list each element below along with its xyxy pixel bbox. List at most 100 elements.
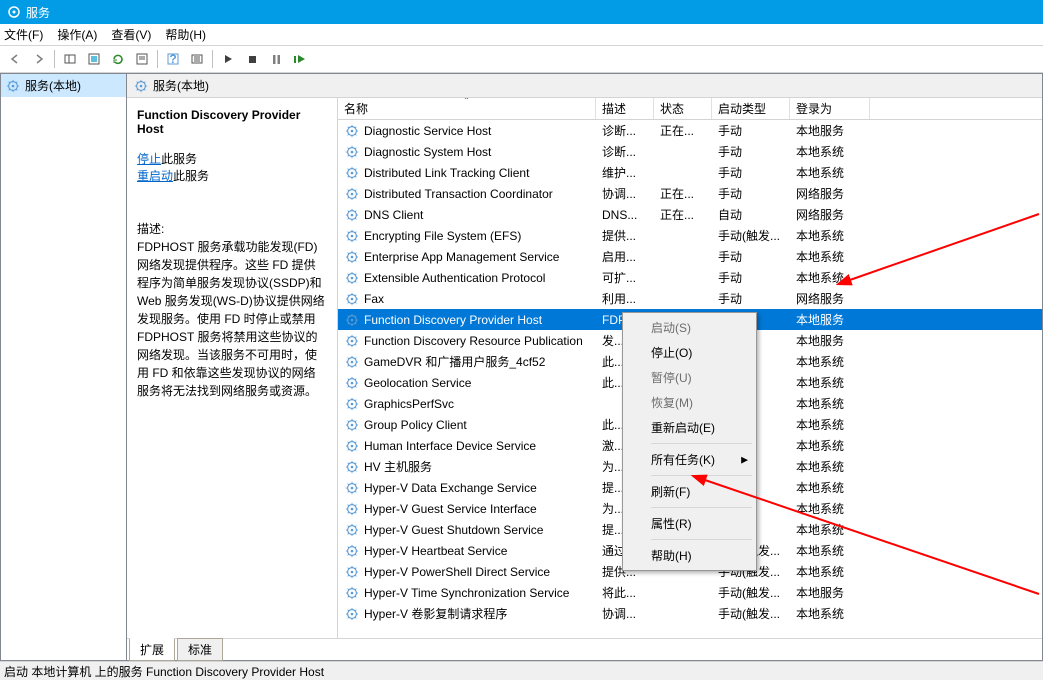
list-header: 名称⌃ 描述 状态 启动类型 登录为 xyxy=(338,98,1042,120)
service-startup: 手动 xyxy=(712,122,790,139)
service-row[interactable]: Encrypting File System (EFS)提供...手动(触发..… xyxy=(338,225,1042,246)
menu-action[interactable]: 操作(A) xyxy=(57,26,97,43)
gear-icon xyxy=(344,186,360,202)
ctx-start[interactable]: 启动(S) xyxy=(625,315,754,340)
col-name[interactable]: 名称⌃ xyxy=(338,98,596,119)
service-name: Diagnostic System Host xyxy=(364,145,491,159)
gear-icon xyxy=(344,480,360,496)
service-logon: 本地系统 xyxy=(790,227,870,244)
service-desc: 协调... xyxy=(596,605,654,622)
gear-icon xyxy=(344,228,360,244)
help-button[interactable]: ? xyxy=(162,48,184,70)
menu-view[interactable]: 查看(V) xyxy=(111,26,151,43)
service-status: 正在... xyxy=(654,206,712,223)
gear-icon xyxy=(344,123,360,139)
col-desc[interactable]: 描述 xyxy=(596,98,654,119)
service-status: 正在... xyxy=(654,185,712,202)
gear-icon xyxy=(344,375,360,391)
ctx-pause[interactable]: 暂停(U) xyxy=(625,365,754,390)
service-logon: 本地服务 xyxy=(790,122,870,139)
service-row[interactable]: Distributed Link Tracking Client维护...手动本… xyxy=(338,162,1042,183)
tab-strip: 扩展 标准 xyxy=(127,638,1042,660)
back-button[interactable] xyxy=(4,48,26,70)
service-logon: 本地服务 xyxy=(790,332,870,349)
service-name: Function Discovery Resource Publication xyxy=(364,334,583,348)
app-icon xyxy=(6,4,22,20)
service-row[interactable]: Enterprise App Management Service启用...手动… xyxy=(338,246,1042,267)
service-name: HV 主机服务 xyxy=(364,458,432,475)
menu-help[interactable]: 帮助(H) xyxy=(165,26,206,43)
sort-indicator-icon: ⌃ xyxy=(463,98,470,105)
service-desc: 协调... xyxy=(596,185,654,202)
ctx-refresh[interactable]: 刷新(F) xyxy=(625,479,754,504)
restart-link[interactable]: 重启动 xyxy=(137,169,173,183)
stop-link[interactable]: 停止 xyxy=(137,152,161,166)
service-desc: 诊断... xyxy=(596,122,654,139)
export-button[interactable] xyxy=(83,48,105,70)
desc-text: FDPHOST 服务承载功能发现(FD)网络发现提供程序。这些 FD 提供程序为… xyxy=(137,238,327,400)
start-button[interactable] xyxy=(217,48,239,70)
service-name: Distributed Link Tracking Client xyxy=(364,166,529,180)
service-logon: 本地系统 xyxy=(790,395,870,412)
service-row[interactable]: Hyper-V Time Synchronization Service将此..… xyxy=(338,582,1042,603)
service-row[interactable]: DNS ClientDNS...正在...自动网络服务 xyxy=(338,204,1042,225)
service-startup: 手动 xyxy=(712,185,790,202)
service-name: Human Interface Device Service xyxy=(364,439,536,453)
service-name: Diagnostic Service Host xyxy=(364,124,491,138)
service-logon: 本地服务 xyxy=(790,584,870,601)
col-startup[interactable]: 启动类型 xyxy=(712,98,790,119)
menu-file[interactable]: 文件(F) xyxy=(4,26,43,43)
forward-button[interactable] xyxy=(28,48,50,70)
restart-button[interactable] xyxy=(289,48,311,70)
gear-icon xyxy=(344,417,360,433)
detail-pane: Function Discovery Provider Host 停止此服务 重… xyxy=(127,98,338,660)
service-row[interactable]: Diagnostic System Host诊断...手动本地系统 xyxy=(338,141,1042,162)
service-name: GraphicsPerfSvc xyxy=(364,397,454,411)
gear-icon xyxy=(344,396,360,412)
col-logon[interactable]: 登录为 xyxy=(790,98,870,119)
context-menu: 启动(S) 停止(O) 暂停(U) 恢复(M) 重新启动(E) 所有任务(K)▶… xyxy=(622,312,757,571)
tab-extended[interactable]: 扩展 xyxy=(129,638,175,661)
gear-icon xyxy=(344,522,360,538)
service-startup: 手动(触发... xyxy=(712,584,790,601)
show-hide-button[interactable] xyxy=(59,48,81,70)
stop-button[interactable] xyxy=(241,48,263,70)
gear-icon xyxy=(344,291,360,307)
gear-icon xyxy=(344,585,360,601)
gear-icon xyxy=(5,78,21,94)
gear-icon xyxy=(344,459,360,475)
properties-button[interactable] xyxy=(131,48,153,70)
gear-icon xyxy=(344,165,360,181)
tab-standard[interactable]: 标准 xyxy=(177,638,223,661)
ctx-restart[interactable]: 重新启动(E) xyxy=(625,415,754,440)
ctx-properties[interactable]: 属性(R) xyxy=(625,511,754,536)
service-row[interactable]: Diagnostic Service Host诊断...正在...手动本地服务 xyxy=(338,120,1042,141)
pause-button[interactable] xyxy=(265,48,287,70)
service-desc: DNS... xyxy=(596,208,654,222)
refresh-button[interactable] xyxy=(107,48,129,70)
service-name: Group Policy Client xyxy=(364,418,467,432)
service-row[interactable]: Fax利用...手动网络服务 xyxy=(338,288,1042,309)
service-desc: 提供... xyxy=(596,227,654,244)
service-row[interactable]: Hyper-V 卷影复制请求程序协调...手动(触发...本地系统 xyxy=(338,603,1042,624)
export-list-button[interactable] xyxy=(186,48,208,70)
tree-root-item[interactable]: 服务(本地) xyxy=(1,74,126,97)
col-status[interactable]: 状态 xyxy=(654,98,712,119)
ctx-resume[interactable]: 恢复(M) xyxy=(625,390,754,415)
service-logon: 本地系统 xyxy=(790,374,870,391)
detail-desc: 描述: FDPHOST 服务承载功能发现(FD)网络发现提供程序。这些 FD 提… xyxy=(137,220,327,400)
service-row[interactable]: Distributed Transaction Coordinator协调...… xyxy=(338,183,1042,204)
right-header-label: 服务(本地) xyxy=(153,77,209,94)
ctx-stop[interactable]: 停止(O) xyxy=(625,340,754,365)
service-logon: 本地系统 xyxy=(790,416,870,433)
ctx-all-tasks[interactable]: 所有任务(K)▶ xyxy=(625,447,754,472)
ctx-help[interactable]: 帮助(H) xyxy=(625,543,754,568)
service-logon: 本地系统 xyxy=(790,563,870,580)
gear-icon xyxy=(344,606,360,622)
service-row[interactable]: Extensible Authentication Protocol可扩...手… xyxy=(338,267,1042,288)
service-logon: 本地系统 xyxy=(790,164,870,181)
service-startup: 手动 xyxy=(712,269,790,286)
service-logon: 本地系统 xyxy=(790,269,870,286)
service-desc: 利用... xyxy=(596,290,654,307)
service-logon: 本地系统 xyxy=(790,521,870,538)
